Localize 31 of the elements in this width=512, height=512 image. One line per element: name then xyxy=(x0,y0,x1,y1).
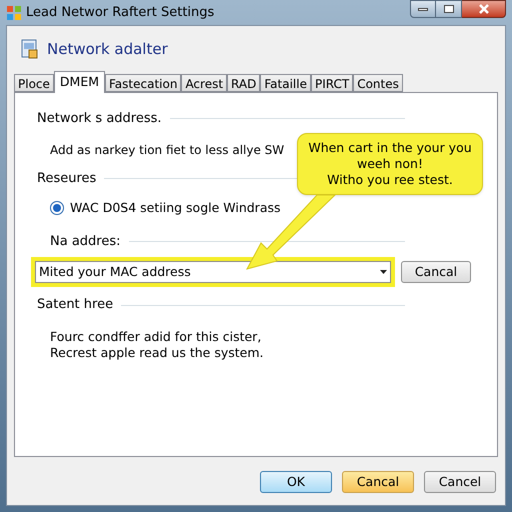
tab[interactable]: PIRCT xyxy=(310,74,354,92)
tab[interactable]: Ploce xyxy=(14,74,54,92)
tab[interactable]: Fataille xyxy=(260,74,311,92)
radio-button[interactable] xyxy=(50,201,64,216)
footer-text: Fourc condffer adid for this cister, Recrest apple read us the system. xyxy=(50,328,264,361)
side-button[interactable]: Cancal xyxy=(401,261,471,284)
section-heading: Reseures xyxy=(37,170,96,188)
dialog-button[interactable]: OK xyxy=(260,471,332,493)
network-adapter-icon xyxy=(21,39,39,59)
tab[interactable]: RAD xyxy=(227,74,260,92)
maximize-button[interactable] xyxy=(436,0,462,18)
minimize-button[interactable] xyxy=(410,0,436,18)
description-text: Add as narkey tion fiet to less allye SW xyxy=(50,142,284,158)
window-title: Lead Networ Raftert Settings xyxy=(26,4,214,22)
tab[interactable]: Acrest xyxy=(181,74,228,92)
mac-address-dropdown[interactable]: Mited your MAC address xyxy=(35,261,391,284)
section-heading: Na addres: xyxy=(50,232,121,251)
section-heading: Network s address. xyxy=(37,110,162,128)
dropdown-caret-icon xyxy=(380,270,387,274)
dialog-button[interactable]: Cancal xyxy=(342,471,414,493)
tab[interactable]: DMEM xyxy=(54,71,105,93)
close-button[interactable] xyxy=(462,0,506,18)
tab[interactable]: Fastecation xyxy=(105,74,182,92)
section-heading: Satent hree xyxy=(37,296,114,314)
header-title: Network adalter xyxy=(47,38,168,60)
callout-bubble: When cart in the your you weeh non! Witho you ree stest. xyxy=(297,133,483,195)
close-icon xyxy=(478,4,488,14)
dialog-button[interactable]: Cancel xyxy=(424,471,496,493)
tab[interactable]: Contes xyxy=(353,74,403,92)
radio-label: WAC D0S4 setiing sogle Windrass xyxy=(70,199,280,217)
window-logo-icon xyxy=(6,4,22,20)
